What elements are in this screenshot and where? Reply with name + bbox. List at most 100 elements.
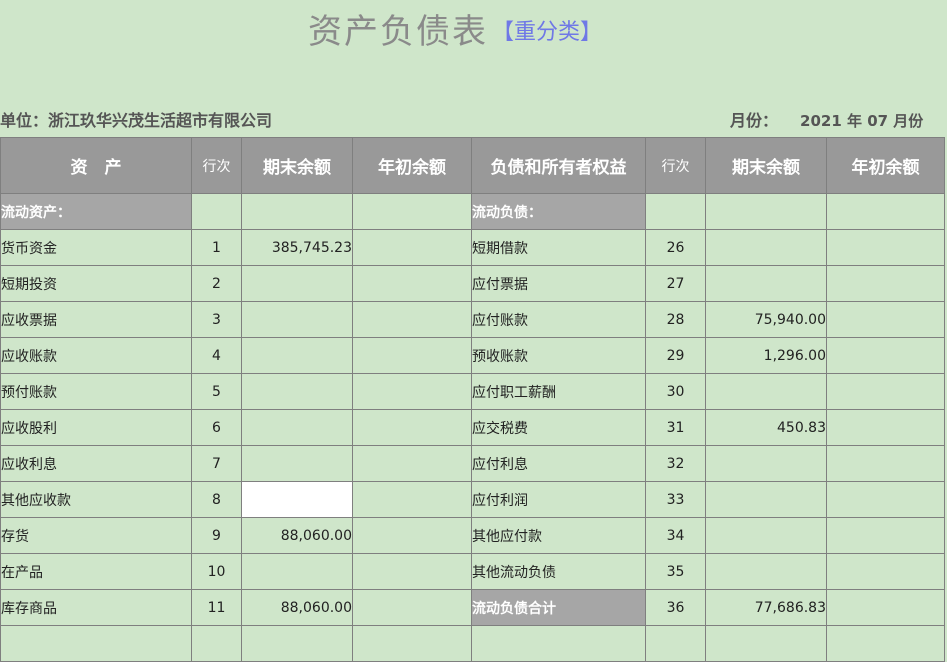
liability-name-cell[interactable]: 流动负债合计 (471, 589, 646, 626)
asset-begin-balance-cell[interactable] (352, 373, 472, 410)
asset-begin-balance-cell[interactable] (352, 337, 472, 374)
asset-line-cell[interactable]: 10 (191, 553, 242, 590)
liability-end-balance-cell[interactable]: 77,686.83 (705, 589, 827, 626)
asset-line-cell[interactable]: 7 (191, 445, 242, 482)
asset-begin-balance-cell[interactable] (352, 265, 472, 302)
asset-begin-balance-cell[interactable] (352, 625, 472, 662)
liability-name-cell[interactable]: 应付利润 (471, 481, 646, 518)
asset-name-cell[interactable]: 在产品 (0, 553, 192, 590)
asset-end-balance-cell[interactable] (241, 553, 353, 590)
liability-begin-balance-cell[interactable] (826, 265, 945, 302)
asset-begin-balance-cell[interactable] (352, 445, 472, 482)
asset-name-cell[interactable]: 库存商品 (0, 589, 192, 626)
asset-line-cell[interactable]: 5 (191, 373, 242, 410)
asset-line-cell[interactable] (191, 625, 242, 662)
asset-begin-balance-cell[interactable] (352, 301, 472, 338)
liability-line-cell[interactable] (645, 193, 706, 230)
asset-line-cell[interactable]: 1 (191, 229, 242, 266)
liability-name-cell[interactable]: 流动负债： (471, 193, 646, 230)
liability-begin-balance-cell[interactable] (826, 193, 945, 230)
asset-name-cell[interactable]: 短期投资 (0, 265, 192, 302)
asset-end-balance-cell[interactable]: 88,060.00 (241, 589, 353, 626)
liability-line-cell[interactable]: 33 (645, 481, 706, 518)
asset-name-cell[interactable]: 应收票据 (0, 301, 192, 338)
liability-name-cell[interactable]: 应交税费 (471, 409, 646, 446)
liability-line-cell[interactable]: 26 (645, 229, 706, 266)
asset-line-cell[interactable]: 4 (191, 337, 242, 374)
liability-name-cell[interactable]: 预收账款 (471, 337, 646, 374)
asset-line-cell[interactable]: 2 (191, 265, 242, 302)
liability-line-cell[interactable] (645, 625, 706, 662)
liability-begin-balance-cell[interactable] (826, 445, 945, 482)
asset-end-balance-cell[interactable] (241, 481, 353, 518)
liability-begin-balance-cell[interactable] (826, 589, 945, 626)
liability-end-balance-cell[interactable]: 450.83 (705, 409, 827, 446)
asset-end-balance-cell[interactable] (241, 625, 353, 662)
liability-end-balance-cell[interactable] (705, 445, 827, 482)
liability-name-cell[interactable]: 应付票据 (471, 265, 646, 302)
liability-name-cell[interactable]: 其他流动负债 (471, 553, 646, 590)
asset-name-cell[interactable] (0, 625, 192, 662)
asset-begin-balance-cell[interactable] (352, 589, 472, 626)
liability-end-balance-cell[interactable] (705, 193, 827, 230)
asset-name-cell[interactable]: 存货 (0, 517, 192, 554)
asset-name-cell[interactable]: 应收股利 (0, 409, 192, 446)
asset-end-balance-cell[interactable] (241, 409, 353, 446)
asset-begin-balance-cell[interactable] (352, 517, 472, 554)
liability-line-cell[interactable]: 32 (645, 445, 706, 482)
liability-begin-balance-cell[interactable] (826, 553, 945, 590)
asset-end-balance-cell[interactable] (241, 265, 353, 302)
liability-line-cell[interactable]: 28 (645, 301, 706, 338)
asset-end-balance-cell[interactable] (241, 445, 353, 482)
asset-name-cell[interactable]: 应收利息 (0, 445, 192, 482)
asset-line-cell[interactable] (191, 193, 242, 230)
liability-end-balance-cell[interactable]: 75,940.00 (705, 301, 827, 338)
asset-name-cell[interactable]: 流动资产： (0, 193, 192, 230)
asset-begin-balance-cell[interactable] (352, 481, 472, 518)
asset-line-cell[interactable]: 6 (191, 409, 242, 446)
asset-name-cell[interactable]: 应收账款 (0, 337, 192, 374)
liability-begin-balance-cell[interactable] (826, 625, 945, 662)
asset-end-balance-cell[interactable] (241, 373, 353, 410)
liability-line-cell[interactable]: 30 (645, 373, 706, 410)
liability-begin-balance-cell[interactable] (826, 301, 945, 338)
liability-name-cell[interactable]: 应付账款 (471, 301, 646, 338)
liability-begin-balance-cell[interactable] (826, 409, 945, 446)
asset-begin-balance-cell[interactable] (352, 193, 472, 230)
asset-name-cell[interactable]: 其他应收款 (0, 481, 192, 518)
liability-end-balance-cell[interactable] (705, 625, 827, 662)
asset-line-cell[interactable]: 8 (191, 481, 242, 518)
asset-line-cell[interactable]: 9 (191, 517, 242, 554)
liability-line-cell[interactable]: 31 (645, 409, 706, 446)
liability-begin-balance-cell[interactable] (826, 337, 945, 374)
liability-begin-balance-cell[interactable] (826, 517, 945, 554)
liability-begin-balance-cell[interactable] (826, 481, 945, 518)
liability-begin-balance-cell[interactable] (826, 373, 945, 410)
asset-begin-balance-cell[interactable] (352, 229, 472, 266)
asset-end-balance-cell[interactable]: 385,745.23 (241, 229, 353, 266)
asset-line-cell[interactable]: 11 (191, 589, 242, 626)
liability-end-balance-cell[interactable] (705, 481, 827, 518)
asset-begin-balance-cell[interactable] (352, 409, 472, 446)
liability-line-cell[interactable]: 29 (645, 337, 706, 374)
liability-name-cell[interactable] (471, 625, 646, 662)
asset-end-balance-cell[interactable] (241, 193, 353, 230)
liability-line-cell[interactable]: 35 (645, 553, 706, 590)
asset-end-balance-cell[interactable]: 88,060.00 (241, 517, 353, 554)
liability-name-cell[interactable]: 短期借款 (471, 229, 646, 266)
liability-name-cell[interactable]: 应付利息 (471, 445, 646, 482)
asset-name-cell[interactable]: 预付账款 (0, 373, 192, 410)
liability-line-cell[interactable]: 27 (645, 265, 706, 302)
liability-end-balance-cell[interactable] (705, 373, 827, 410)
asset-end-balance-cell[interactable] (241, 301, 353, 338)
liability-line-cell[interactable]: 34 (645, 517, 706, 554)
asset-name-cell[interactable]: 货币资金 (0, 229, 192, 266)
liability-end-balance-cell[interactable]: 1,296.00 (705, 337, 827, 374)
asset-begin-balance-cell[interactable] (352, 553, 472, 590)
liability-name-cell[interactable]: 应付职工薪酬 (471, 373, 646, 410)
liability-end-balance-cell[interactable] (705, 517, 827, 554)
liability-end-balance-cell[interactable] (705, 265, 827, 302)
liability-begin-balance-cell[interactable] (826, 229, 945, 266)
liability-line-cell[interactable]: 36 (645, 589, 706, 626)
liability-name-cell[interactable]: 其他应付款 (471, 517, 646, 554)
